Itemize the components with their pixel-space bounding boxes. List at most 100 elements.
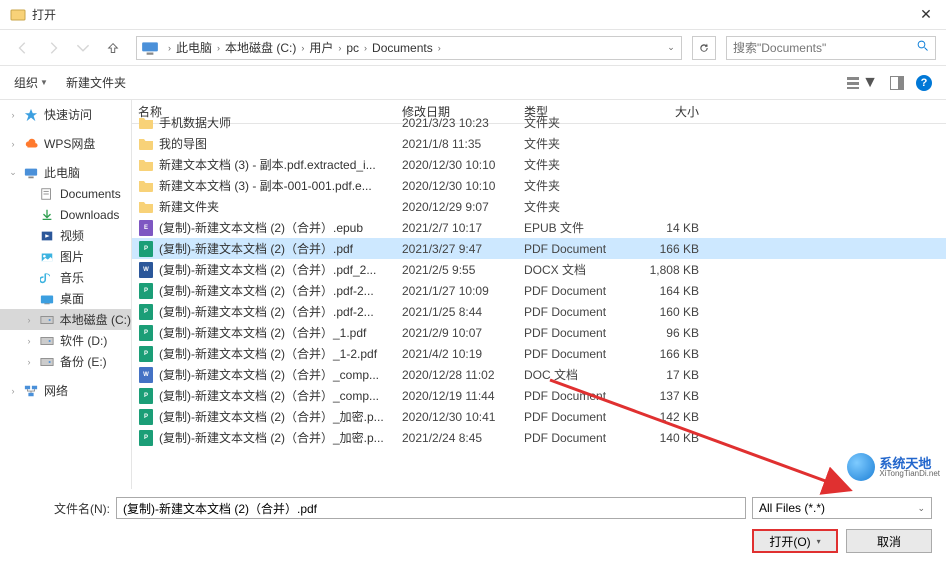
file-size: 17 KB [639,368,709,382]
file-type: PDF Document [524,242,639,256]
file-row[interactable]: P(复制)-新建文本文档 (2)（合并）.pdf-2...2021/1/27 1… [132,280,946,301]
titlebar: 打开 ✕ [0,0,946,30]
file-type: 文件夹 [524,114,639,131]
item-icon [39,312,55,328]
organize-menu[interactable]: 组织▼ [14,74,48,91]
sidebar-item[interactable]: 视频 [0,225,131,246]
item-icon [39,270,55,286]
sidebar-item[interactable]: 桌面 [0,288,131,309]
file-size: 96 KB [639,326,709,340]
star-icon [23,107,39,123]
file-row[interactable]: 新建文本文档 (3) - 副本-001-001.pdf.e...2020/12/… [132,175,946,196]
crumb-seg[interactable]: Documents [372,41,433,55]
file-type: 文件夹 [524,156,639,173]
sidebar-item[interactable]: ›软件 (D:) [0,330,131,351]
nav-back-button[interactable] [10,35,36,61]
crumb-seg[interactable]: 本地磁盘 (C:) [225,39,296,56]
file-row[interactable]: E(复制)-新建文本文档 (2)（合并）.epub2021/2/7 10:17E… [132,217,946,238]
file-type: 文件夹 [524,198,639,215]
file-type: 文件夹 [524,177,639,194]
nav-recent-dropdown[interactable] [70,35,96,61]
file-name: (复制)-新建文本文档 (2)（合并）_加密.p... [159,408,402,425]
crumb-seg[interactable]: 此电脑 [176,39,212,56]
file-type: PDF Document [524,410,639,424]
pdf-icon: P [138,304,154,320]
expand-icon: › [8,110,18,120]
footer: 文件名(N): All Files (*.*) ⌄ 打开(O) ▾ 取消 [0,489,946,565]
file-row[interactable]: 新建文本文档 (3) - 副本.pdf.extracted_i...2020/1… [132,154,946,175]
sidebar-item[interactable]: ›备份 (E:) [0,351,131,372]
file-row[interactable]: P(复制)-新建文本文档 (2)（合并）_1.pdf2021/2/9 10:07… [132,322,946,343]
help-button[interactable]: ? [916,75,932,91]
sidebar-wps[interactable]: › WPS网盘 [0,133,131,154]
sidebar-item[interactable]: Documents [0,183,131,204]
sidebar-network[interactable]: › 网络 [0,380,131,401]
expand-icon: › [8,386,18,396]
file-list[interactable]: 手机数据大师2021/3/23 10:23文件夹我的导图2021/1/8 11:… [132,112,946,489]
doc-icon: W [138,367,154,383]
view-mode-button[interactable]: ▼ [846,74,878,92]
file-row[interactable]: W(复制)-新建文本文档 (2)（合并）_comp...2020/12/28 1… [132,364,946,385]
folder-icon [138,115,154,131]
folder-icon [138,157,154,173]
file-date: 2021/2/24 8:45 [402,431,524,445]
chevron-down-icon: ▼ [40,78,48,87]
file-row[interactable]: 我的导图2021/1/8 11:35文件夹 [132,133,946,154]
crumb-seg[interactable]: 用户 [309,39,333,56]
file-date: 2021/2/7 10:17 [402,221,524,235]
file-row[interactable]: P(复制)-新建文本文档 (2)（合并）_加密.p...2021/2/24 8:… [132,427,946,448]
file-row[interactable]: 新建文件夹2020/12/29 9:07文件夹 [132,196,946,217]
file-name: 新建文本文档 (3) - 副本-001-001.pdf.e... [159,177,402,194]
filetype-select[interactable]: All Files (*.*) ⌄ [752,497,932,519]
file-row[interactable]: P (复制)-新建文本文档 (2)（合并）_加密.p...2020/12/30 1… [132,406,946,427]
nav-forward-button[interactable] [40,35,66,61]
file-date: 2021/3/27 9:47 [402,242,524,256]
refresh-button[interactable] [692,36,716,60]
navbar: › 此电脑 › 本地磁盘 (C:) › 用户 › pc › Documents … [0,30,946,66]
new-folder-button[interactable]: 新建文件夹 [66,74,126,91]
sidebar-item[interactable]: 图片 [0,246,131,267]
file-name: 新建文件夹 [159,198,402,215]
close-button[interactable]: ✕ [906,0,946,30]
file-type: PDF Document [524,284,639,298]
file-row[interactable]: P(复制)-新建文本文档 (2)（合并）.pdf-2...2021/1/25 8… [132,301,946,322]
sidebar-quick-access[interactable]: › 快速访问 [0,104,131,125]
pdf-icon: P [138,325,154,341]
breadcrumb-bar[interactable]: › 此电脑 › 本地磁盘 (C:) › 用户 › pc › Documents … [136,36,682,60]
file-size: 160 KB [639,305,709,319]
preview-pane-button[interactable] [890,76,904,90]
sidebar-item[interactable]: ›本地磁盘 (C:) [0,309,131,330]
app-icon [10,7,26,23]
file-name: (复制)-新建文本文档 (2)（合并）.epub [159,219,402,236]
file-list-area: 名称 修改日期 类型 大小 手机数据大师2021/3/23 10:23文件夹我的… [132,100,946,489]
file-row[interactable]: 手机数据大师2021/3/23 10:23文件夹 [132,112,946,133]
search-box[interactable] [726,36,936,60]
file-date: 2020/12/28 11:02 [402,368,524,382]
folder-icon [138,178,154,194]
sidebar-this-pc[interactable]: ⌄ 此电脑 [0,162,131,183]
file-type: PDF Document [524,389,639,403]
file-row[interactable]: W(复制)-新建文本文档 (2)（合并）.pdf_2...2021/2/5 9:… [132,259,946,280]
sidebar-item[interactable]: 音乐 [0,267,131,288]
pdf-icon: P [138,346,154,362]
file-size: 137 KB [639,389,709,403]
file-name: (复制)-新建文本文档 (2)（合并）_1-2.pdf [159,345,402,362]
sidebar-item[interactable]: Downloads [0,204,131,225]
file-name: 我的导图 [159,135,402,152]
crumb-dropdown[interactable]: ⌄ [661,42,681,53]
pc-icon [23,165,39,181]
pdf-icon: P [138,409,154,425]
nav-up-button[interactable] [100,35,126,61]
file-row[interactable]: P(复制)-新建文本文档 (2)（合并）_comp...2020/12/19 1… [132,385,946,406]
item-icon [39,249,55,265]
file-row[interactable]: P(复制)-新建文本文档 (2)（合并）.pdf2021/3/27 9:47PD… [132,238,946,259]
file-size: 166 KB [639,242,709,256]
file-date: 2020/12/30 10:41 [402,410,524,424]
file-name: (复制)-新建文本文档 (2)（合并）_comp... [159,387,402,404]
file-row[interactable]: P(复制)-新建文本文档 (2)（合并）_1-2.pdf2021/4/2 10:… [132,343,946,364]
crumb-seg[interactable]: pc [346,41,359,55]
filename-input[interactable] [116,497,746,519]
search-input[interactable] [733,41,917,55]
window-title: 打开 [32,6,906,23]
file-type: DOC 文档 [524,366,639,383]
